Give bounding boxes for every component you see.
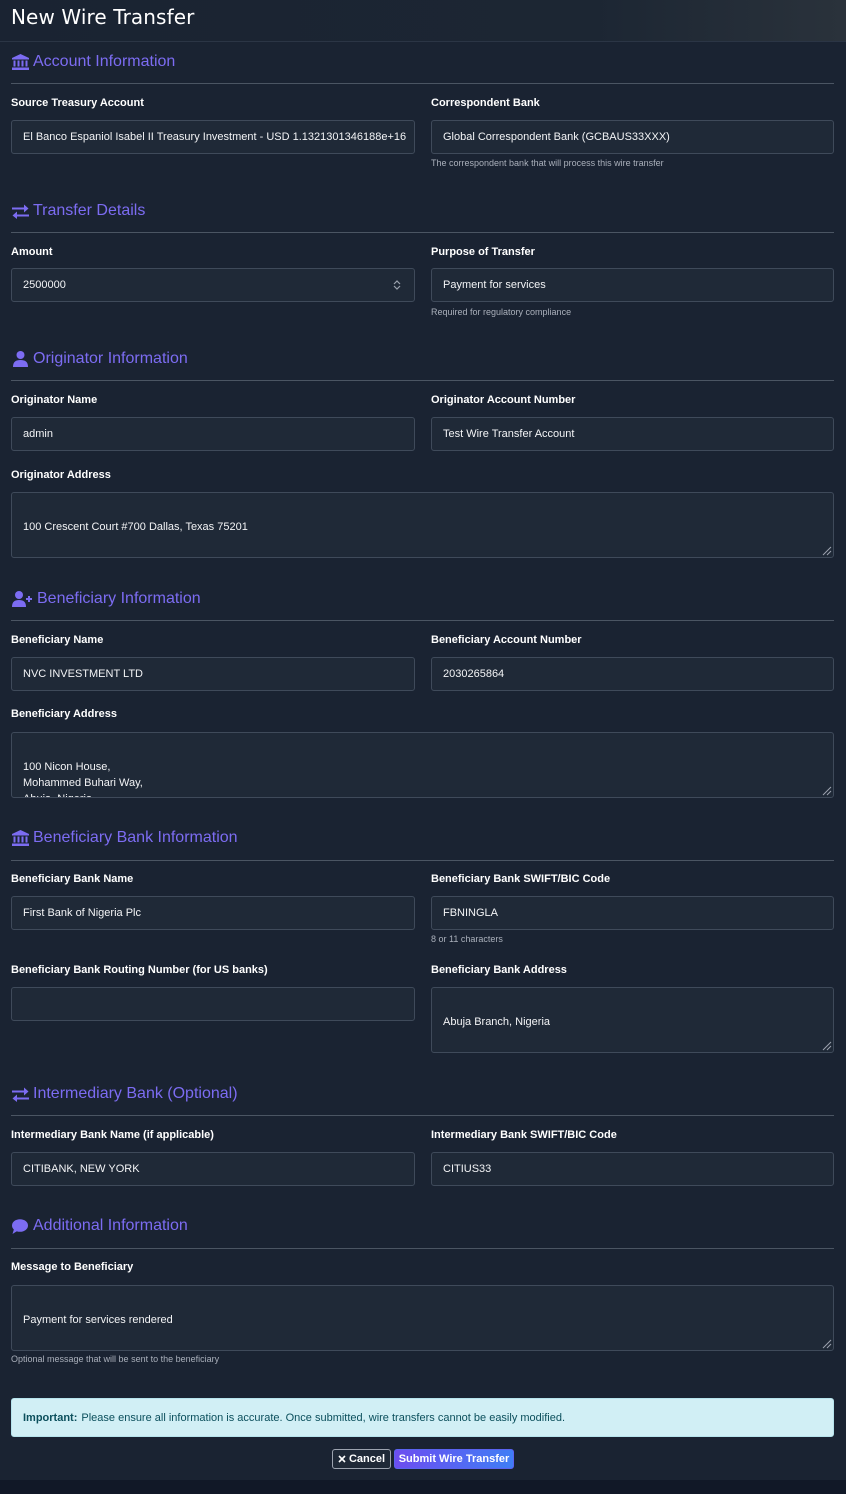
amount-label: Amount — [11, 246, 53, 258]
beneficiary-address-label: Beneficiary Address — [11, 708, 117, 720]
beneficiary-bank-swift-input[interactable]: FBNINGLA — [431, 896, 834, 930]
originator-account-label: Originator Account Number — [431, 394, 576, 406]
section-title-text: Originator Information — [33, 350, 188, 367]
originator-name-label: Originator Name — [11, 394, 98, 406]
beneficiary-bank-address-label: Beneficiary Bank Address — [431, 964, 567, 976]
section-divider — [11, 380, 834, 381]
section-title-text: Intermediary Bank (Optional) — [33, 1085, 238, 1102]
section-title-account: Account Information — [11, 53, 175, 71]
originator-address-textarea[interactable]: 100 Crescent Court #700 Dallas, Texas 75… — [11, 492, 834, 558]
transfer-arrows-icon — [11, 202, 29, 220]
alert-strong: Important: — [23, 1411, 78, 1424]
bank-icon — [11, 829, 29, 847]
section-title-additional: Additional Information — [11, 1217, 188, 1235]
user-plus-icon — [11, 590, 33, 608]
user-icon — [11, 350, 29, 368]
cancel-button[interactable]: Cancel — [332, 1449, 391, 1469]
resize-grip-icon[interactable] — [820, 544, 832, 556]
section-divider — [11, 83, 834, 84]
routing-number-input[interactable] — [11, 987, 415, 1021]
section-title-text: Beneficiary Information — [37, 590, 201, 607]
page-title: New Wire Transfer — [11, 5, 195, 29]
beneficiary-account-input[interactable]: 2030265864 — [431, 657, 834, 691]
message-help: Optional message that will be sent to th… — [11, 1354, 220, 1364]
section-title-beneficiary-bank: Beneficiary Bank Information — [11, 829, 238, 847]
routing-number-label: Beneficiary Bank Routing Number (for US … — [11, 964, 268, 976]
amount-value: 2500000 — [23, 279, 66, 291]
section-title-text: Account Information — [33, 53, 176, 70]
intermediary-name-label: Intermediary Bank Name (if applicable) — [11, 1129, 214, 1141]
message-value: Payment for services rendered — [23, 1314, 173, 1326]
section-title-text: Beneficiary Bank Information — [33, 829, 238, 846]
purpose-help: Required for regulatory compliance — [431, 307, 572, 317]
beneficiary-account-label: Beneficiary Account Number — [431, 634, 582, 646]
submit-wire-transfer-button[interactable]: Submit Wire Transfer — [394, 1449, 514, 1469]
message-textarea[interactable]: Payment for services rendered — [11, 1285, 834, 1351]
beneficiary-bank-address-textarea[interactable]: Abuja Branch, Nigeria — [431, 987, 834, 1053]
bank-icon — [11, 53, 29, 71]
amount-input[interactable]: 2500000 — [11, 268, 415, 302]
resize-grip-icon[interactable] — [820, 1337, 832, 1349]
cancel-label: Cancel — [348, 1453, 386, 1465]
source-account-select[interactable]: El Banco Espaniol Isabel II Treasury Inv… — [11, 120, 415, 154]
message-label: Message to Beneficiary — [11, 1261, 134, 1273]
beneficiary-name-label: Beneficiary Name — [11, 634, 104, 646]
purpose-input[interactable]: Payment for services — [431, 268, 834, 302]
beneficiary-bank-name-input[interactable]: First Bank of Nigeria Plc — [11, 896, 415, 930]
important-alert: Important: Please ensure all information… — [11, 1398, 834, 1437]
purpose-label: Purpose of Transfer — [431, 246, 535, 258]
alert-text: Please ensure all information is accurat… — [81, 1411, 566, 1424]
section-divider — [11, 232, 834, 233]
swift-help: 8 or 11 characters — [431, 934, 503, 944]
section-divider — [11, 1115, 834, 1116]
page-footer-strip — [0, 1480, 846, 1494]
submit-label: Submit Wire Transfer — [398, 1453, 510, 1465]
section-title-intermediary: Intermediary Bank (Optional) — [11, 1085, 238, 1103]
section-title-text: Additional Information — [33, 1217, 188, 1234]
correspondent-bank-label: Correspondent Bank — [431, 97, 540, 109]
beneficiary-bank-name-label: Beneficiary Bank Name — [11, 873, 134, 885]
section-divider — [11, 1248, 834, 1249]
chat-icon — [11, 1217, 29, 1235]
intermediary-name-input[interactable]: CITIBANK, NEW YORK — [11, 1152, 415, 1186]
beneficiary-name-input[interactable]: NVC INVESTMENT LTD — [11, 657, 415, 691]
intermediary-swift-label: Intermediary Bank SWIFT/BIC Code — [431, 1129, 617, 1141]
beneficiary-address-textarea[interactable]: 100 Nicon House, Mohammed Buhari Way, Ab… — [11, 732, 834, 798]
intermediary-swift-input[interactable]: CITIUS33 — [431, 1152, 834, 1186]
resize-grip-icon[interactable] — [820, 784, 832, 796]
correspondent-bank-help: The correspondent bank that will process… — [431, 158, 664, 168]
section-title-originator: Originator Information — [11, 350, 188, 368]
correspondent-bank-select[interactable]: Global Correspondent Bank (GCBAUS33XXX) — [431, 120, 834, 154]
source-account-label: Source Treasury Account — [11, 97, 144, 109]
section-title-beneficiary: Beneficiary Information — [11, 590, 201, 608]
originator-address-label: Originator Address — [11, 469, 111, 481]
page-header: New Wire Transfer — [0, 0, 846, 42]
close-icon — [338, 1455, 346, 1463]
transfer-arrows-icon — [11, 1085, 29, 1103]
resize-grip-icon[interactable] — [820, 1039, 832, 1051]
originator-account-input[interactable]: Test Wire Transfer Account — [431, 417, 834, 451]
section-divider — [11, 860, 834, 861]
beneficiary-bank-address-value: Abuja Branch, Nigeria — [443, 1016, 551, 1028]
beneficiary-address-value: 100 Nicon House, Mohammed Buhari Way, Ab… — [23, 761, 143, 797]
section-divider — [11, 620, 834, 621]
number-spinner-icon[interactable] — [393, 279, 401, 291]
section-title-transfer: Transfer Details — [11, 202, 145, 220]
section-title-text: Transfer Details — [33, 202, 146, 219]
beneficiary-bank-swift-label: Beneficiary Bank SWIFT/BIC Code — [431, 873, 611, 885]
originator-name-input[interactable]: admin — [11, 417, 415, 451]
originator-address-value: 100 Crescent Court #700 Dallas, Texas 75… — [23, 521, 248, 533]
